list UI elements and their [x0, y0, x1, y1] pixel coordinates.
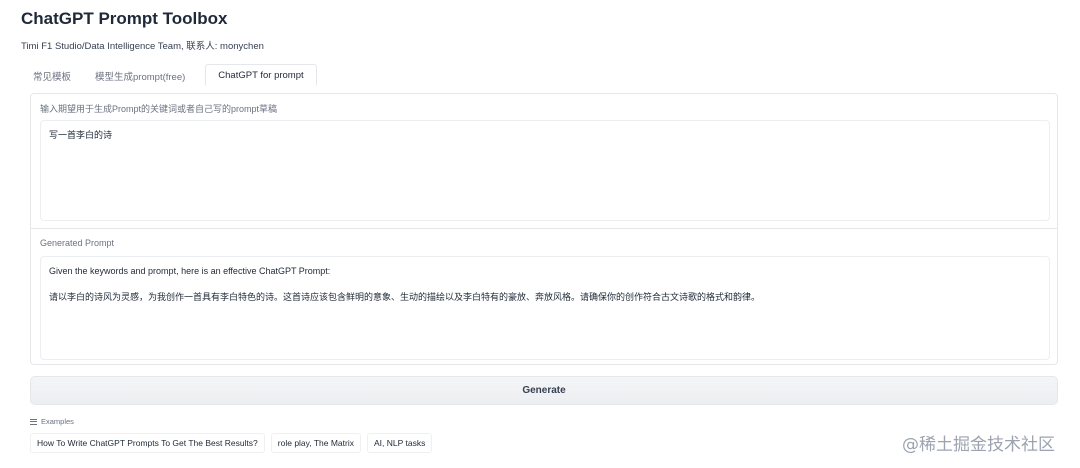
tab-chatgpt-for-prompt[interactable]: ChatGPT for prompt [205, 64, 317, 86]
list-icon [30, 418, 37, 425]
page-subtitle: Timi F1 Studio/Data Intelligence Team, 联… [21, 41, 264, 52]
generated-prompt-body: 请以李白的诗风为灵感，为我创作一首具有李白特色的诗。这首诗应该包含鲜明的意象、生… [49, 292, 761, 303]
generated-prompt-output[interactable]: Given the keywords and prompt, here is a… [40, 256, 1050, 360]
generated-prompt-intro: Given the keywords and prompt, here is a… [49, 266, 331, 276]
input-label: 输入期望用于生成Prompt的关键词或者自己写的prompt草稿 [40, 104, 278, 114]
app-root: ChatGPT Prompt Toolbox Timi F1 Studio/Da… [0, 0, 1080, 468]
generate-button[interactable]: Generate [30, 376, 1058, 405]
examples-label: Examples [41, 417, 74, 426]
tab-common-templates[interactable]: 常见模板 [21, 66, 83, 86]
panel-divider [31, 228, 1057, 229]
example-chip[interactable]: How To Write ChatGPT Prompts To Get The … [30, 433, 265, 453]
keyword-input[interactable]: 写一首李白的诗 [40, 120, 1050, 221]
tab-bar: 常见模板 模型生成prompt(free) ChatGPT for prompt [21, 64, 317, 86]
examples-header: Examples [30, 417, 74, 426]
example-chip[interactable]: role play, The Matrix [270, 433, 361, 453]
page-title: ChatGPT Prompt Toolbox [21, 9, 228, 28]
examples-list: How To Write ChatGPT Prompts To Get The … [30, 433, 438, 453]
tab-panel: 输入期望用于生成Prompt的关键词或者自己写的prompt草稿 写一首李白的诗… [30, 93, 1058, 365]
example-chip[interactable]: AI, NLP tasks [367, 433, 433, 453]
output-label: Generated Prompt [40, 238, 115, 248]
tab-model-generate-prompt[interactable]: 模型生成prompt(free) [83, 66, 197, 86]
watermark: @稀土掘金技术社区 [902, 435, 1055, 455]
